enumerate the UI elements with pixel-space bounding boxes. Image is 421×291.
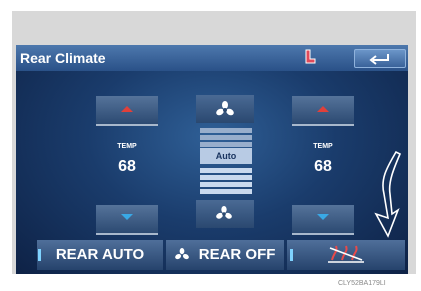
rear-auto-indicator	[38, 249, 41, 261]
fan-auto-indicator: Auto	[200, 148, 252, 164]
fan-level-bar	[200, 135, 252, 140]
fan-level-bar	[200, 168, 252, 173]
fan-icon	[216, 101, 234, 116]
callout-arrow-icon	[374, 150, 402, 238]
chevron-up-icon	[121, 106, 133, 112]
fan-level-bar	[200, 142, 252, 147]
page-title: Rear Climate	[20, 50, 106, 66]
back-icon	[369, 54, 389, 65]
right-temp-down-button[interactable]	[292, 205, 354, 235]
chevron-down-icon	[317, 214, 329, 220]
fan-down-button[interactable]	[196, 200, 254, 228]
fan-icon	[174, 248, 189, 260]
fan-level-bar	[200, 189, 252, 194]
right-temp-label: TEMP	[313, 143, 333, 150]
rear-defog-button[interactable]	[287, 240, 405, 270]
fan-level-bar	[200, 128, 252, 133]
right-temp-value: 68	[314, 158, 332, 175]
left-temp-label: TEMP	[117, 143, 137, 150]
fan-icon	[216, 206, 232, 219]
left-temp-down-button[interactable]	[96, 205, 158, 235]
image-caption: CLY52BA179LI	[338, 280, 386, 287]
fan-level-bar	[200, 175, 252, 180]
left-temp-value: 68	[118, 158, 136, 175]
left-temp-up-button[interactable]	[96, 96, 158, 126]
rear-off-button[interactable]: REAR OFF	[166, 240, 284, 270]
rear-defog-icon	[328, 245, 364, 263]
back-button[interactable]	[354, 49, 406, 68]
chevron-up-icon	[317, 106, 329, 112]
rear-off-label: REAR OFF	[198, 246, 276, 264]
right-temp-up-button[interactable]	[292, 96, 354, 126]
seat-icon[interactable]	[303, 49, 317, 65]
rear-defog-indicator	[290, 249, 293, 261]
fan-level-bar	[200, 182, 252, 187]
rear-auto-button[interactable]: REAR AUTO	[37, 240, 163, 270]
chevron-down-icon	[121, 214, 133, 220]
fan-up-button[interactable]	[196, 95, 254, 123]
rear-auto-label: REAR AUTO	[55, 246, 145, 264]
